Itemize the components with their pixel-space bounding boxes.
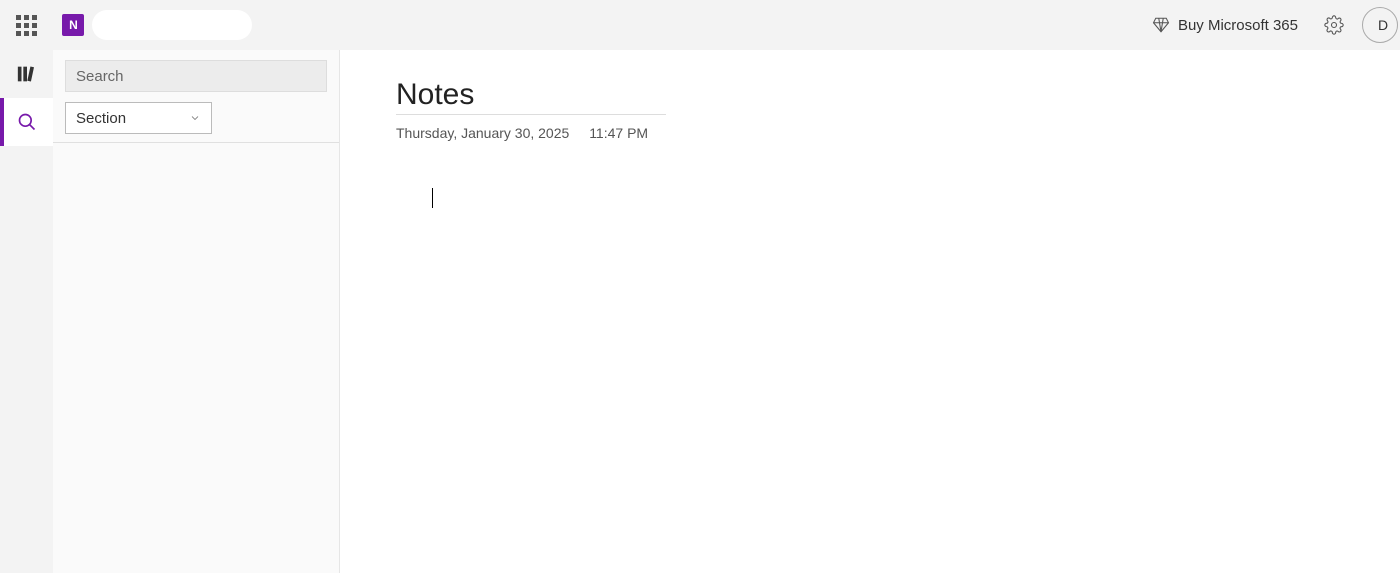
- top-header: N Buy Microsoft 365 D: [0, 0, 1400, 50]
- library-tab[interactable]: [0, 50, 53, 98]
- app-logo[interactable]: N: [62, 14, 84, 36]
- buy-microsoft-link[interactable]: Buy Microsoft 365: [1152, 16, 1298, 34]
- page-date: Thursday, January 30, 2025: [396, 125, 569, 141]
- search-tab[interactable]: [0, 98, 53, 146]
- search-icon: [17, 112, 37, 132]
- search-scope-selected: Section: [76, 110, 126, 127]
- chevron-down-icon: [189, 112, 201, 124]
- search-scope-dropdown[interactable]: Section: [65, 102, 212, 134]
- page-time: 11:47 PM: [589, 125, 648, 141]
- waffle-icon[interactable]: [14, 13, 38, 37]
- text-caret: [432, 188, 433, 208]
- left-rail: [0, 50, 53, 573]
- page-content[interactable]: Notes Thursday, January 30, 2025 11:47 P…: [340, 50, 1400, 573]
- search-input[interactable]: [65, 60, 327, 92]
- library-icon: [16, 63, 38, 85]
- buy-microsoft-label: Buy Microsoft 365: [1178, 17, 1298, 34]
- settings-button[interactable]: [1318, 9, 1350, 41]
- page-datetime: Thursday, January 30, 2025 11:47 PM: [396, 125, 1400, 141]
- search-panel: Section: [53, 50, 340, 573]
- app-name-area: [92, 10, 252, 40]
- diamond-icon: [1152, 16, 1170, 34]
- panel-divider: [53, 142, 339, 143]
- gear-icon: [1324, 15, 1344, 35]
- page-title[interactable]: Notes: [396, 78, 666, 115]
- avatar[interactable]: D: [1362, 7, 1398, 43]
